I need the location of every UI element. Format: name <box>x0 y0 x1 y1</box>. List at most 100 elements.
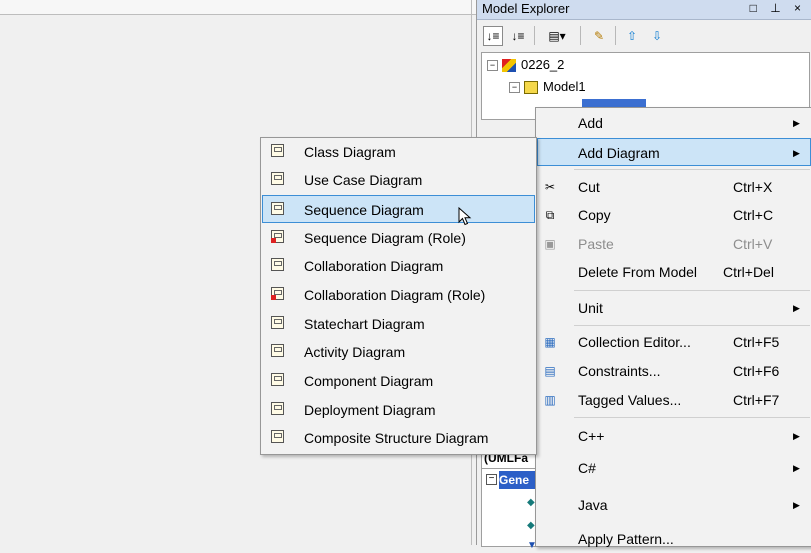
menu-item-add-diagram[interactable]: Add Diagram ▶ <box>537 138 811 166</box>
sort-by-order-icon[interactable]: ↓≡ <box>483 26 503 46</box>
menu-item-cut[interactable]: ✂ Cut Ctrl+X <box>537 173 811 201</box>
menu-separator <box>574 169 810 170</box>
submenu-item-statechart-diagram[interactable]: Statechart Diagram <box>262 310 535 338</box>
submenu-arrow-icon: ▶ <box>793 148 800 158</box>
menu-item-label: Use Case Diagram <box>304 172 423 188</box>
toolbar-separator <box>615 26 616 45</box>
submenu-item-component-diagram[interactable]: Component Diagram <box>262 367 535 395</box>
move-up-icon[interactable]: ⇧ <box>622 26 642 46</box>
menu-shortcut: Ctrl+F6 <box>733 363 780 379</box>
statechart-diagram-icon <box>269 316 285 332</box>
submenu-item-use-case-diagram[interactable]: Use Case Diagram <box>262 166 535 194</box>
submenu-arrow-icon: ▶ <box>793 303 800 313</box>
model-explorer-title: Model Explorer <box>482 1 570 16</box>
collapse-icon[interactable]: − <box>487 60 498 72</box>
deployment-diagram-icon <box>269 402 285 418</box>
activity-diagram-icon <box>269 344 285 360</box>
menu-item-label: Collection Editor... <box>578 334 691 350</box>
filter-dropdown-icon[interactable]: ▤▾ <box>541 26 573 46</box>
menu-item-label: Constraints... <box>578 363 661 379</box>
tree-item-label: 0226_2 <box>521 57 565 72</box>
submenu-arrow-icon: ▶ <box>793 500 800 510</box>
menu-item-tagged-values[interactable]: ▥ Tagged Values... Ctrl+F7 <box>537 386 811 414</box>
selected-tree-item[interactable] <box>582 99 646 107</box>
submenu-item-deployment-diagram[interactable]: Deployment Diagram <box>262 396 535 424</box>
menu-item-label: Collaboration Diagram (Role) <box>304 287 486 303</box>
menu-item-collection-editor[interactable]: ▦ Collection Editor... Ctrl+F5 <box>537 328 811 356</box>
menu-shortcut: Ctrl+F7 <box>733 392 780 408</box>
menu-item-label: Component Diagram <box>304 373 434 389</box>
panel-window-buttons[interactable]: □ ⊥ × <box>750 1 806 15</box>
menu-item-label: Sequence Diagram (Role) <box>304 230 466 246</box>
collaboration-diagram-icon <box>269 258 285 274</box>
use-case-diagram-icon <box>269 172 285 188</box>
menu-shortcut: Ctrl+V <box>733 236 773 252</box>
menu-item-label: Statechart Diagram <box>304 316 425 332</box>
menu-item-label: Sequence Diagram <box>304 202 424 218</box>
composite-structure-diagram-icon <box>269 430 285 446</box>
sequence-diagram-role-icon <box>269 230 285 246</box>
constraints-icon: ▤ <box>544 364 556 378</box>
paste-icon: ▣ <box>544 237 556 251</box>
menu-shortcut: Ctrl+X <box>733 179 773 195</box>
submenu-item-class-diagram[interactable]: Class Diagram <box>262 138 535 166</box>
properties-grid[interactable]: − Gene ◆ ◆ ▼ <box>481 468 543 551</box>
collapse-icon[interactable]: − <box>486 474 497 485</box>
component-diagram-icon <box>269 373 285 389</box>
menu-item-label: Collaboration Diagram <box>304 258 444 274</box>
menu-item-paste[interactable]: ▣ Paste Ctrl+V <box>537 230 811 258</box>
menu-item-label: Cut <box>578 179 600 195</box>
menu-item-label: Paste <box>578 236 614 252</box>
tree-item-label: Model1 <box>543 79 586 94</box>
menu-item-delete-from-model[interactable]: Delete From Model Ctrl+Del <box>537 258 811 286</box>
property-diamond-icon: ◆ <box>527 497 535 508</box>
menu-item-apply-pattern[interactable]: Apply Pattern... <box>537 525 811 553</box>
menu-item-copy[interactable]: ⧉ Copy Ctrl+C <box>537 201 811 229</box>
menu-item-label: Tagged Values... <box>578 392 682 408</box>
menu-item-label: Deployment Diagram <box>304 402 436 418</box>
copy-icon: ⧉ <box>545 208 555 222</box>
menu-item-unit[interactable]: Unit ▶ <box>537 294 811 322</box>
submenu-item-collaboration-diagram-role[interactable]: Collaboration Diagram (Role) <box>262 281 535 309</box>
menu-separator <box>574 417 810 418</box>
submenu-item-collaboration-diagram[interactable]: Collaboration Diagram <box>262 252 535 280</box>
menu-item-label: Composite Structure Diagram <box>304 430 489 446</box>
class-diagram-icon <box>269 144 285 160</box>
submenu-item-sequence-diagram-role[interactable]: Sequence Diagram (Role) <box>262 224 535 252</box>
menu-item-add[interactable]: Add ▶ <box>537 109 811 137</box>
submenu-arrow-icon: ▶ <box>793 118 800 128</box>
menu-item-label: C# <box>578 460 596 476</box>
menu-item-label: Activity Diagram <box>304 344 406 360</box>
menu-item-label: Delete From Model <box>578 264 698 280</box>
menu-item-label: Unit <box>578 300 603 316</box>
select-in-diagram-icon[interactable]: ✎ <box>589 26 609 46</box>
collapse-icon[interactable]: − <box>509 82 520 94</box>
submenu-item-sequence-diagram[interactable]: Sequence Diagram <box>262 195 535 223</box>
menu-item-label: Add <box>578 115 603 131</box>
menu-item-label: Class Diagram <box>304 144 396 160</box>
menu-item-constraints[interactable]: ▤ Constraints... Ctrl+F6 <box>537 357 811 385</box>
menu-shortcut: Ctrl+C <box>733 207 774 223</box>
toolbar-separator <box>580 26 581 45</box>
tagged-values-icon: ▥ <box>544 393 556 407</box>
submenu-item-composite-structure-diagram[interactable]: Composite Structure Diagram <box>262 424 535 452</box>
property-diamond-icon: ◆ <box>527 520 535 531</box>
workspace-tab-strip <box>0 0 476 15</box>
menu-separator <box>574 290 810 291</box>
tree-item-model[interactable]: − Model1 <box>509 78 586 96</box>
submenu-item-activity-diagram[interactable]: Activity Diagram <box>262 338 535 366</box>
properties-category-general[interactable]: − Gene <box>482 471 542 489</box>
menu-item-label: C++ <box>578 428 605 444</box>
explorer-toolbar: ↓≡ ↓≡ ▤▾ ✎ ⇧ ⇩ <box>477 20 811 50</box>
sort-by-kind-icon[interactable]: ↓≡ <box>508 26 528 46</box>
move-down-icon[interactable]: ⇩ <box>647 26 667 46</box>
model-explorer-titlebar: Model Explorer □ ⊥ × <box>477 0 811 20</box>
menu-item-cpp[interactable]: C++ ▶ <box>537 422 811 450</box>
project-cube-icon <box>502 59 516 73</box>
collaboration-diagram-role-icon <box>269 287 285 303</box>
menu-item-java[interactable]: Java ▶ <box>537 491 811 519</box>
menu-item-label: Apply Pattern... <box>578 531 674 547</box>
menu-item-csharp[interactable]: C# ▶ <box>537 454 811 482</box>
menu-item-label: Copy <box>578 207 611 223</box>
tree-item-project[interactable]: − 0226_2 <box>487 56 564 74</box>
